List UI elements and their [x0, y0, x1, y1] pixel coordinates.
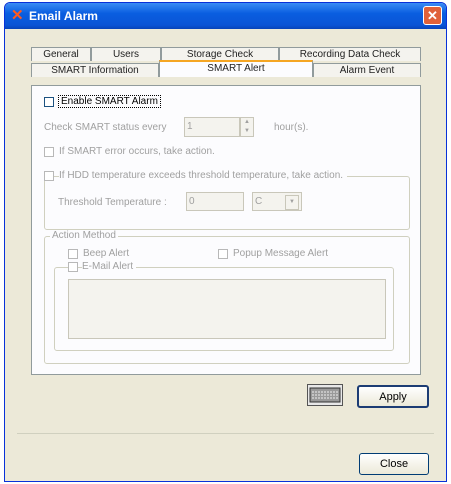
tab-storage-check[interactable]: Storage Check [161, 47, 279, 61]
enable-smart-alarm-checkbox[interactable] [44, 97, 54, 107]
hours-label: hour(s). [274, 122, 309, 133]
email-alarm-window: ✕ Email Alarm ✕ General Users Storage Ch… [4, 2, 447, 482]
title-bar[interactable]: ✕ Email Alarm ✕ [5, 3, 446, 29]
email-recipients-list[interactable] [68, 279, 386, 339]
keyboard-icon[interactable] [307, 384, 343, 406]
check-interval-input[interactable]: 1 [184, 117, 240, 137]
smart-error-label: If SMART error occurs, take action. [59, 146, 215, 157]
email-alert-label: E-Mail Alert [82, 261, 137, 272]
tab-recording-data-check[interactable]: Recording Data Check [279, 47, 421, 61]
apply-button[interactable]: Apply [357, 385, 429, 408]
temperature-label: If HDD temperature exceeds threshold tem… [59, 170, 348, 181]
smart-alert-panel: Enable SMART Alarm Check SMART status ev… [31, 85, 421, 375]
beep-alert-label: Beep Alert [83, 248, 130, 259]
temperature-unit-select[interactable]: C ▼ [252, 192, 302, 211]
close-icon[interactable]: ✕ [423, 6, 442, 25]
temperature-unit-value: C [255, 196, 263, 207]
enable-smart-alarm-label[interactable]: Enable SMART Alarm [58, 95, 161, 108]
smart-error-checkbox[interactable] [44, 147, 54, 157]
spin-down-icon[interactable]: ▼ [241, 127, 253, 136]
tab-users[interactable]: Users [91, 47, 161, 61]
tab-smart-alert[interactable]: SMART Alert [159, 60, 313, 77]
check-interval-spinner[interactable]: ▲ ▼ [240, 117, 254, 137]
tab-alarm-event[interactable]: Alarm Event [313, 63, 421, 77]
footer-divider [17, 433, 434, 434]
action-method-title: Action Method [50, 230, 118, 241]
popup-alert-checkbox[interactable] [218, 249, 228, 259]
tab-general[interactable]: General [31, 47, 91, 61]
close-button[interactable]: Close [359, 453, 429, 475]
tab-smart-information[interactable]: SMART Information [31, 63, 159, 77]
chevron-down-icon[interactable]: ▼ [285, 195, 299, 210]
network-alarm-icon: ✕ [11, 7, 24, 24]
threshold-label: Threshold Temperature : [58, 197, 167, 208]
email-alert-checkbox[interactable] [68, 262, 78, 272]
window-title: Email Alarm [29, 9, 98, 23]
spin-up-icon[interactable]: ▲ [241, 118, 253, 127]
popup-alert-label: Popup Message Alert [233, 248, 329, 259]
threshold-input[interactable]: 0 [186, 192, 244, 211]
temperature-checkbox[interactable] [44, 171, 54, 181]
beep-alert-checkbox[interactable] [68, 249, 78, 259]
check-status-label: Check SMART status every [44, 122, 167, 133]
